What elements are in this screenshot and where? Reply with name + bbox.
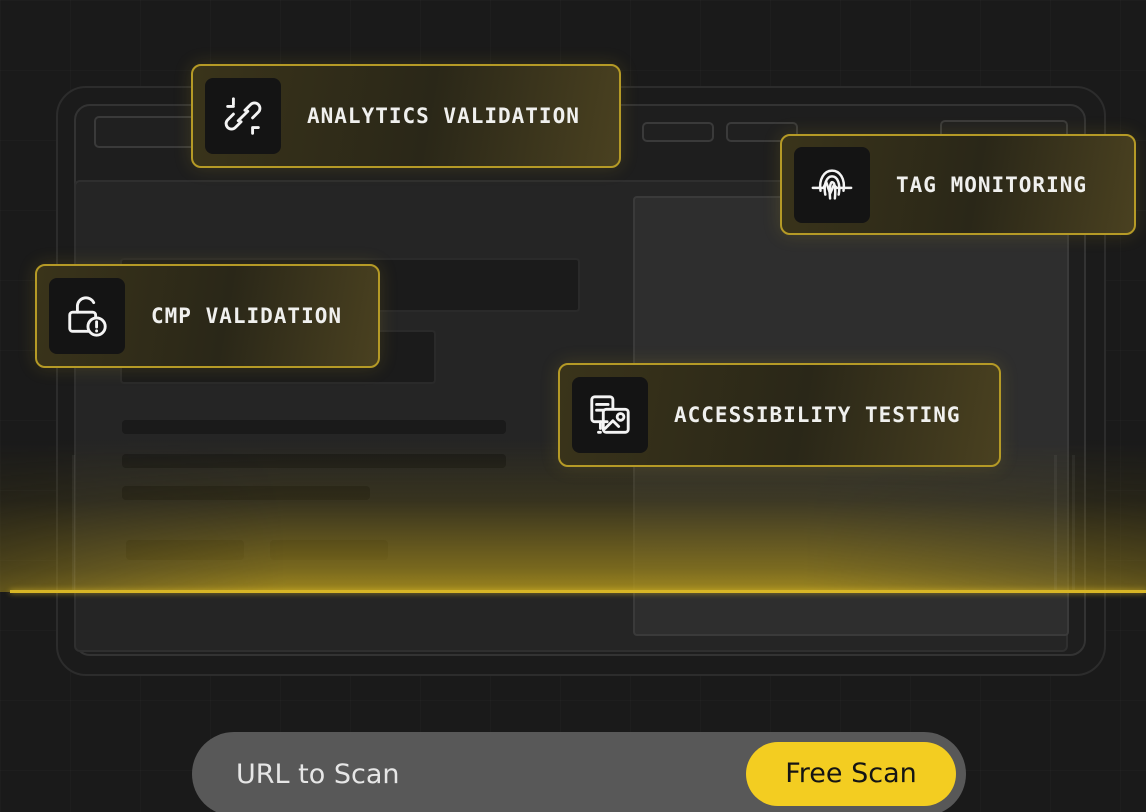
badge-accessibility-testing: ACCESSIBILITY TESTING xyxy=(558,363,1001,467)
badge-label: ANALYTICS VALIDATION xyxy=(307,104,580,128)
badge-analytics-validation: ANALYTICS VALIDATION xyxy=(191,64,621,168)
url-scan-form: Free Scan xyxy=(192,732,966,812)
scanner-hero: ANALYTICS VALIDATION TAG MONITORING CMP … xyxy=(0,0,1146,812)
mock-address-bar xyxy=(94,116,204,148)
fingerprint-pulse-icon xyxy=(794,146,870,223)
unlocked-padlock-alert-icon xyxy=(49,278,125,354)
scan-glitch xyxy=(72,455,75,590)
scan-line xyxy=(10,590,1146,593)
mock-text-line xyxy=(122,420,506,434)
broken-link-icon xyxy=(205,78,281,154)
mock-toolbar-tab xyxy=(642,122,714,142)
badge-label: CMP VALIDATION xyxy=(151,304,343,328)
badge-label: ACCESSIBILITY TESTING xyxy=(674,403,961,427)
badge-tag-monitoring: TAG MONITORING xyxy=(780,134,1136,235)
free-scan-button[interactable]: Free Scan xyxy=(746,742,956,806)
scan-glitch xyxy=(1072,455,1075,590)
scan-glitch xyxy=(1054,455,1057,590)
badge-cmp-validation: CMP VALIDATION xyxy=(35,264,380,368)
document-image-icon xyxy=(572,377,648,453)
url-input[interactable] xyxy=(236,732,716,812)
badge-label: TAG MONITORING xyxy=(896,172,1088,197)
